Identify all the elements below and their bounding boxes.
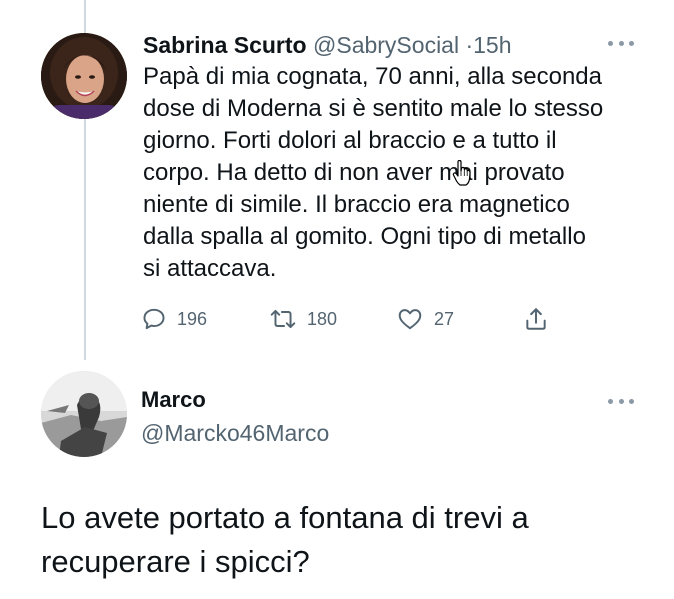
more-icon <box>629 398 634 404</box>
tweet-text-line: si attaccava. <box>143 255 277 282</box>
tweet-time[interactable]: 15h <box>473 32 511 58</box>
tweet-text-line: corpo. Ha detto di non aver mai provato <box>143 159 565 186</box>
more-icon <box>629 40 634 46</box>
author-handle[interactable]: @Marcko46Marco <box>141 417 329 449</box>
author-handle[interactable]: @SabrySocial <box>313 32 459 58</box>
reply-count: 196 <box>177 308 208 329</box>
retweet-button[interactable]: 180 <box>269 304 337 334</box>
share-icon <box>526 308 546 330</box>
tweet-actions: 196 180 27 <box>141 304 561 334</box>
more-icon <box>618 398 624 404</box>
more-options-button[interactable] <box>608 395 634 407</box>
avatar[interactable] <box>41 371 127 457</box>
avatar-photo-icon <box>41 371 127 457</box>
tweet-text-line: Papà di mia cognata, 70 anni, alla secon… <box>143 63 602 90</box>
author-name[interactable]: Marco <box>141 385 206 415</box>
like-button[interactable]: 27 <box>396 304 454 334</box>
tweet-text-line: dalla spalla al gomito. Ogni tipo di met… <box>143 223 586 250</box>
tweet-text: Papà di mia cognata, 70 anni, alla secon… <box>143 61 663 285</box>
tweet-text-line: giorno. Forti dolori al braccio e a tutt… <box>143 127 557 154</box>
avatar-photo-icon <box>41 33 127 119</box>
retweet-icon <box>270 309 296 329</box>
more-icon <box>618 40 624 46</box>
like-count: 27 <box>434 308 455 329</box>
reply-button[interactable]: 196 <box>141 304 207 334</box>
reply-icon <box>143 308 165 330</box>
reply-text: Lo avete portato a fontana di trevi a re… <box>41 496 661 584</box>
original-tweet[interactable]: Sabrina Scurto @SabrySocial ·15h Papà di… <box>0 0 674 360</box>
avatar[interactable] <box>41 33 127 119</box>
more-options-button[interactable] <box>608 37 634 49</box>
tweet-header: Sabrina Scurto @SabrySocial ·15h <box>143 29 512 61</box>
more-icon <box>608 40 613 46</box>
reply-text-line: Lo avete portato a fontana di trevi a <box>41 500 529 535</box>
tweet-text-line: niente di simile. Il braccio era magneti… <box>143 191 570 218</box>
like-icon <box>398 309 422 330</box>
more-icon <box>608 398 613 404</box>
separator-dot: · <box>465 32 474 58</box>
reply-text-line: recuperare i spicci? <box>41 544 310 579</box>
tweet-text-line: dose di Moderna si è sentito male lo ste… <box>143 95 604 122</box>
hand-cursor-icon <box>452 159 472 186</box>
author-name[interactable]: Sabrina Scurto <box>143 32 307 58</box>
retweet-count: 180 <box>307 308 338 329</box>
share-button[interactable] <box>523 304 549 334</box>
